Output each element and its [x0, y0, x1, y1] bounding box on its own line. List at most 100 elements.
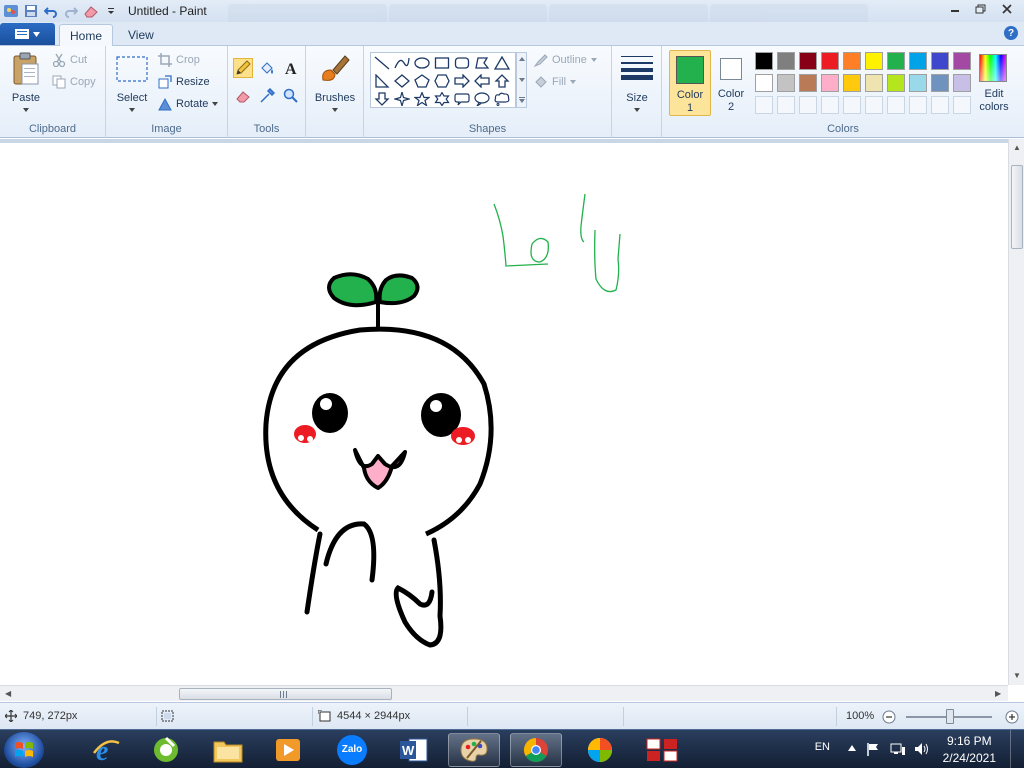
clock[interactable]: 9:16 PM 2/24/2021	[943, 733, 996, 767]
polygon-shape[interactable]	[472, 54, 492, 72]
volume-icon[interactable]	[914, 742, 930, 756]
paint-menu-button[interactable]	[0, 23, 55, 45]
six-point-star-shape[interactable]	[432, 90, 452, 108]
palette-custom-slot[interactable]	[865, 96, 883, 114]
scroll-up-arrow-icon[interactable]: ▲	[1013, 143, 1021, 152]
redo-icon[interactable]	[62, 2, 80, 20]
close-button[interactable]	[994, 0, 1020, 18]
scroll-left-arrow-icon[interactable]: ◀	[5, 689, 11, 698]
diamond-shape[interactable]	[392, 72, 412, 90]
taskbar-media-player[interactable]	[262, 733, 314, 767]
scroll-down-arrow-icon[interactable]: ▼	[1013, 671, 1021, 680]
palette-swatch[interactable]	[821, 74, 839, 92]
vertical-scroll-thumb[interactable]	[1011, 165, 1023, 249]
taskbar-coccoc-browser[interactable]	[140, 733, 192, 767]
action-center-flag-icon[interactable]	[866, 742, 880, 756]
start-button[interactable]	[4, 732, 44, 768]
palette-swatch[interactable]	[931, 74, 949, 92]
fill-button[interactable]: Fill	[534, 75, 577, 89]
palette-swatch[interactable]	[953, 74, 971, 92]
hexagon-shape[interactable]	[432, 72, 452, 90]
paste-button[interactable]: Paste	[6, 50, 46, 116]
right-triangle-shape[interactable]	[372, 72, 392, 90]
restore-button[interactable]	[968, 0, 994, 18]
zoom-slider-thumb[interactable]	[946, 709, 954, 724]
vertical-scrollbar[interactable]: ▲ ▼	[1008, 139, 1024, 685]
taskbar-word[interactable]: W	[388, 733, 440, 767]
palette-swatch[interactable]	[865, 52, 883, 70]
undo-icon[interactable]	[42, 2, 60, 20]
zoom-out-icon[interactable]	[882, 710, 896, 724]
palette-custom-slot[interactable]	[931, 96, 949, 114]
cut-button[interactable]: Cut	[52, 53, 87, 67]
minimize-button[interactable]	[942, 0, 968, 18]
palette-swatch[interactable]	[821, 52, 839, 70]
color1-button[interactable]: Color 1	[669, 50, 711, 116]
palette-swatch[interactable]	[755, 74, 773, 92]
show-hidden-icons-icon[interactable]	[848, 745, 856, 751]
taskbar-file-explorer[interactable]	[202, 733, 254, 767]
color2-button[interactable]: Color 2	[713, 50, 751, 116]
taskbar-paint-3d[interactable]	[574, 733, 626, 767]
left-arrow-shape[interactable]	[472, 72, 492, 90]
palette-swatch[interactable]	[777, 74, 795, 92]
paint-app-icon[interactable]	[2, 2, 20, 20]
resize-button[interactable]: Resize	[158, 75, 210, 89]
palette-swatch[interactable]	[777, 52, 795, 70]
up-arrow-shape[interactable]	[492, 72, 512, 90]
copy-button[interactable]: Copy	[52, 75, 96, 89]
language-indicator[interactable]: EN	[815, 741, 830, 753]
palette-swatch[interactable]	[887, 74, 905, 92]
oval-shape[interactable]	[412, 54, 432, 72]
palette-custom-slot[interactable]	[843, 96, 861, 114]
palette-swatch[interactable]	[799, 52, 817, 70]
crop-button[interactable]: Crop	[158, 53, 200, 67]
zoom-in-icon[interactable]	[1005, 710, 1019, 724]
palette-custom-slot[interactable]	[799, 96, 817, 114]
eraser-tool[interactable]	[233, 86, 253, 106]
palette-swatch[interactable]	[909, 74, 927, 92]
down-arrow-shape[interactable]	[372, 90, 392, 108]
oval-callout-shape[interactable]	[472, 90, 492, 108]
horizontal-scrollbar[interactable]: ◀ ▶	[0, 685, 1008, 701]
palette-swatch[interactable]	[887, 52, 905, 70]
pentagon-shape[interactable]	[412, 72, 432, 90]
taskbar-internet-explorer[interactable]: e	[80, 733, 132, 767]
palette-custom-slot[interactable]	[953, 96, 971, 114]
palette-custom-slot[interactable]	[777, 96, 795, 114]
show-desktop-button[interactable]	[1010, 730, 1024, 768]
cloud-callout-shape[interactable]	[492, 90, 512, 108]
text-tool[interactable]: A	[281, 58, 301, 78]
palette-custom-slot[interactable]	[755, 96, 773, 114]
palette-custom-slot[interactable]	[821, 96, 839, 114]
color-picker-tool[interactable]	[257, 86, 277, 106]
tab-view[interactable]: View	[118, 24, 164, 46]
triangle-shape[interactable]	[492, 54, 512, 72]
edit-colors-button[interactable]: Edit colors	[972, 50, 1016, 116]
fill-tool[interactable]	[257, 58, 277, 78]
palette-swatch[interactable]	[799, 74, 817, 92]
help-icon[interactable]: ?	[1004, 26, 1018, 40]
palette-swatch[interactable]	[909, 52, 927, 70]
pencil-tool[interactable]	[233, 58, 253, 78]
palette-swatch[interactable]	[953, 52, 971, 70]
taskbar-unikey[interactable]	[636, 733, 688, 767]
rectangle-shape[interactable]	[432, 54, 452, 72]
rotate-button[interactable]: Rotate	[158, 97, 219, 111]
network-icon[interactable]	[890, 742, 906, 756]
horizontal-scroll-thumb[interactable]	[179, 688, 392, 700]
palette-swatch[interactable]	[865, 74, 883, 92]
palette-swatch[interactable]	[843, 52, 861, 70]
taskbar-paint[interactable]	[448, 733, 500, 767]
save-icon[interactable]	[22, 2, 40, 20]
magnifier-tool[interactable]	[281, 86, 301, 106]
four-point-star-shape[interactable]	[392, 90, 412, 108]
brushes-button[interactable]: Brushes	[312, 50, 358, 116]
customize-qat-dropdown-icon[interactable]	[102, 2, 120, 20]
select-button[interactable]: Select	[112, 50, 152, 116]
scroll-right-arrow-icon[interactable]: ▶	[995, 689, 1001, 698]
size-button[interactable]: Size	[616, 50, 658, 116]
taskbar-chrome[interactable]	[510, 733, 562, 767]
curve-shape[interactable]	[392, 54, 412, 72]
palette-custom-slot[interactable]	[887, 96, 905, 114]
